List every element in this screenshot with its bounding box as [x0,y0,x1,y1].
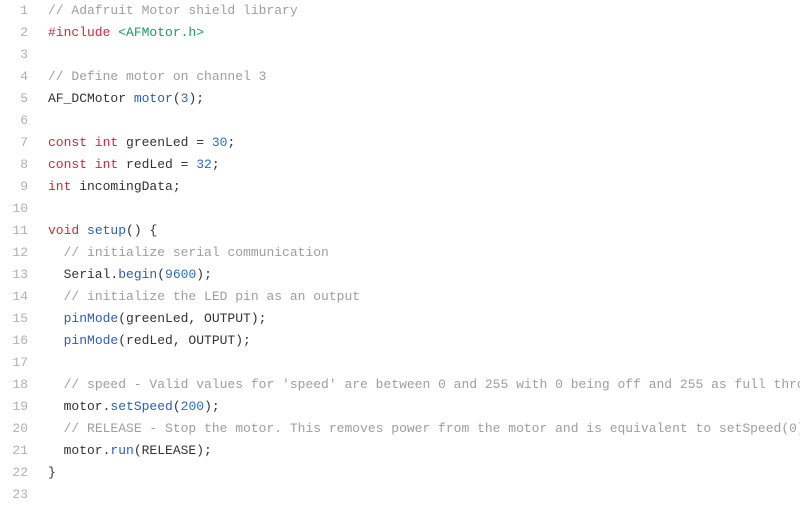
token: ); [188,91,204,106]
token: ); [204,399,220,414]
token: 30 [212,135,228,150]
line-number: 12 [0,242,28,264]
line-number: 17 [0,352,28,374]
token: <AFMotor.h> [118,25,204,40]
token: setSpeed [110,399,172,414]
code-line [48,352,800,374]
line-number: 11 [0,220,28,242]
code-line: pinMode(greenLed, OUTPUT); [48,308,800,330]
token: ; [212,157,220,172]
token: pinMode [64,333,119,348]
code-line [48,198,800,220]
line-number: 22 [0,462,28,484]
code-line: pinMode(redLed, OUTPUT); [48,330,800,352]
token: #include [48,25,118,40]
code-line: // initialize the LED pin as an output [48,286,800,308]
code-line: // speed - Valid values for 'speed' are … [48,374,800,396]
token: ); [196,267,212,282]
token: ( [173,91,181,106]
line-number: 15 [0,308,28,330]
token: } [48,465,56,480]
code-line: AF_DCMotor motor(3); [48,88,800,110]
token: 9600 [165,267,196,282]
token [48,421,64,436]
token [48,245,64,260]
code-line: // Define motor on channel 3 [48,66,800,88]
code-line: // RELEASE - Stop the motor. This remove… [48,418,800,440]
token: const int [48,135,118,150]
token: // RELEASE - Stop the motor. This remove… [64,421,800,436]
code-line: // initialize serial communication [48,242,800,264]
token: // Adafruit Motor shield library [48,3,298,18]
token: int [48,179,71,194]
token: ( [173,399,181,414]
token: setup [87,223,126,238]
line-number: 20 [0,418,28,440]
code-line [48,110,800,132]
line-number: 8 [0,154,28,176]
token: // initialize serial communication [64,245,329,260]
line-number: 19 [0,396,28,418]
token: () { [126,223,157,238]
token: motor. [48,399,110,414]
code-line [48,484,800,506]
line-number: 10 [0,198,28,220]
token [48,289,64,304]
token: Serial. [48,267,118,282]
line-number: 14 [0,286,28,308]
line-number: 9 [0,176,28,198]
line-number: 6 [0,110,28,132]
token: // initialize the LED pin as an output [64,289,360,304]
token [48,333,64,348]
token [48,377,64,392]
token: AF_DCMotor [48,91,134,106]
token: motor. [48,443,110,458]
token [48,311,64,326]
token: // speed - Valid values for 'speed' are … [64,377,800,392]
token: (redLed, OUTPUT); [118,333,251,348]
token: 32 [196,157,212,172]
token: void [48,223,79,238]
line-number: 13 [0,264,28,286]
code-line: void setup() { [48,220,800,242]
line-number: 16 [0,330,28,352]
code-line [48,44,800,66]
token: pinMode [64,311,119,326]
code-line: int incomingData; [48,176,800,198]
token: ; [227,135,235,150]
code-line: const int greenLed = 30; [48,132,800,154]
token: greenLed = [118,135,212,150]
line-number: 7 [0,132,28,154]
code-line: motor.run(RELEASE); [48,440,800,462]
line-number-gutter: 1234567891011121314151617181920212223 [0,0,40,506]
token: motor [134,91,173,106]
line-number: 23 [0,484,28,506]
line-number: 2 [0,22,28,44]
code-line: motor.setSpeed(200); [48,396,800,418]
code-line: // Adafruit Motor shield library [48,0,800,22]
line-number: 5 [0,88,28,110]
token: begin [118,267,157,282]
token: const int [48,157,118,172]
line-number: 21 [0,440,28,462]
line-number: 4 [0,66,28,88]
token: redLed = [118,157,196,172]
token: incomingData; [71,179,180,194]
line-number: 18 [0,374,28,396]
token: 200 [181,399,204,414]
code-line: } [48,462,800,484]
token: // Define motor on channel 3 [48,69,266,84]
token: ( [157,267,165,282]
line-number: 3 [0,44,28,66]
code-area: // Adafruit Motor shield library #include… [40,0,800,506]
code-line: Serial.begin(9600); [48,264,800,286]
code-line: const int redLed = 32; [48,154,800,176]
token: run [110,443,133,458]
token [79,223,87,238]
code-line: #include <AFMotor.h> [48,22,800,44]
token: (RELEASE); [134,443,212,458]
line-number: 1 [0,0,28,22]
token: (greenLed, OUTPUT); [118,311,266,326]
